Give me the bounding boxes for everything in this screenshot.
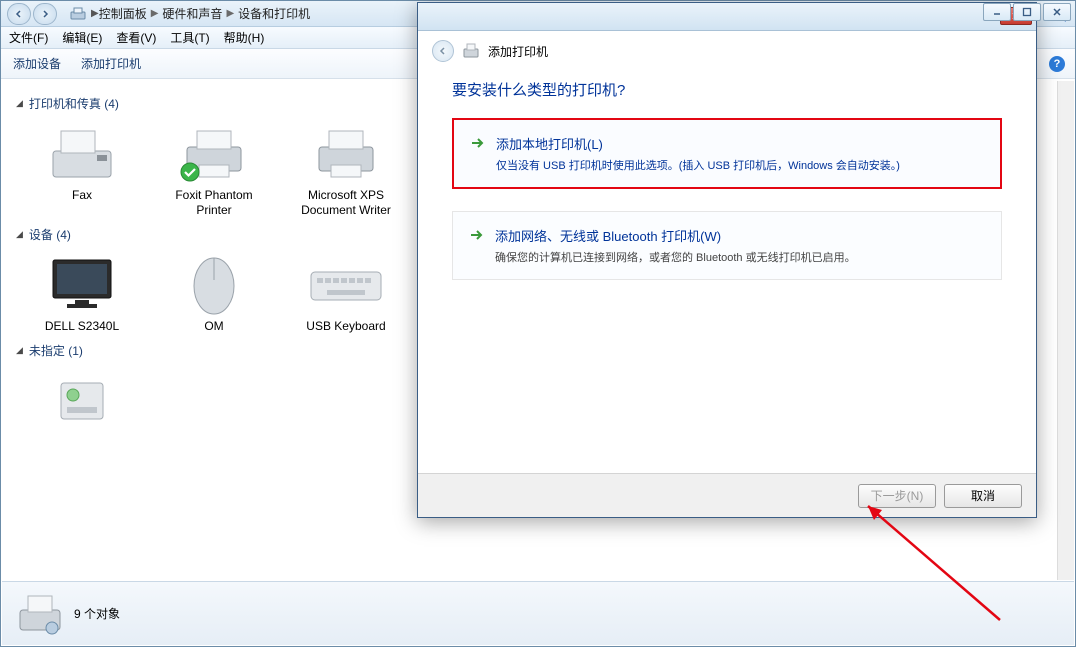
device-label: Foxit Phantom Printer xyxy=(160,188,268,218)
devices-printers-icon xyxy=(16,590,64,638)
dialog-titlebar xyxy=(418,3,1036,31)
device-unspecified[interactable] xyxy=(28,365,136,435)
add-device-button[interactable]: 添加设备 xyxy=(13,55,61,72)
add-printer-button[interactable]: 添加打印机 xyxy=(81,55,141,72)
mouse-icon xyxy=(188,252,240,316)
menu-edit[interactable]: 编辑(E) xyxy=(62,29,102,46)
window-controls xyxy=(983,3,1071,21)
dialog-title-text: 添加打印机 xyxy=(488,43,548,60)
statusbar-text: 9 个对象 xyxy=(74,605,120,622)
section-title: 未指定 (1) xyxy=(29,342,83,359)
nav-back-button[interactable] xyxy=(7,3,31,25)
minimize-button[interactable] xyxy=(983,3,1011,21)
breadcrumb-item[interactable]: 设备和打印机 xyxy=(238,5,310,22)
section-title: 设备 (4) xyxy=(29,226,71,243)
device-foxit-printer[interactable]: Foxit Phantom Printer xyxy=(160,118,268,218)
dialog-back-button[interactable] xyxy=(432,40,454,62)
check-badge-icon xyxy=(180,162,200,182)
device-keyboard[interactable]: USB Keyboard xyxy=(292,249,400,334)
dialog-footer: 下一步(N) 取消 xyxy=(418,473,1036,517)
menu-help[interactable]: 帮助(H) xyxy=(224,29,265,46)
breadcrumb-item[interactable]: 硬件和声音 xyxy=(162,5,222,22)
statusbar: 9 个对象 xyxy=(2,581,1074,645)
nav-forward-button[interactable] xyxy=(33,3,57,25)
device-fax[interactable]: Fax xyxy=(28,118,136,218)
cancel-button[interactable]: 取消 xyxy=(944,484,1022,508)
dialog-header: 添加打印机 xyxy=(418,31,1036,71)
device-xps-writer[interactable]: Microsoft XPS Document Writer xyxy=(292,118,400,218)
add-printer-dialog: 添加打印机 要安装什么类型的打印机? 添加本地打印机(L) 仅当没有 USB 打… xyxy=(417,2,1037,518)
option-desc: 仅当没有 USB 打印机时使用此选项。(插入 USB 打印机后，Windows … xyxy=(496,157,900,173)
device-mouse[interactable]: OM xyxy=(160,249,268,334)
help-icon[interactable]: ? xyxy=(1049,56,1065,72)
close-button[interactable] xyxy=(1043,3,1071,21)
device-label: USB Keyboard xyxy=(306,319,385,334)
disc-drive-icon xyxy=(55,373,109,427)
menu-view[interactable]: 查看(V) xyxy=(116,29,156,46)
device-label: OM xyxy=(204,319,223,334)
dialog-heading: 要安装什么类型的打印机? xyxy=(452,79,1002,100)
section-title: 打印机和传真 (4) xyxy=(29,95,119,112)
keyboard-icon xyxy=(309,264,383,304)
arrow-right-icon xyxy=(469,228,483,242)
breadcrumb-item[interactable]: 控制面板 xyxy=(99,5,147,22)
device-label: Fax xyxy=(72,188,92,203)
device-label: Microsoft XPS Document Writer xyxy=(292,188,400,218)
option-network-printer[interactable]: 添加网络、无线或 Bluetooth 打印机(W) 确保您的计算机已连接到网络，… xyxy=(452,211,1002,280)
device-monitor[interactable]: DELL S2340L xyxy=(28,249,136,334)
next-button[interactable]: 下一步(N) xyxy=(858,484,936,508)
printer-icon xyxy=(313,125,379,181)
option-local-printer[interactable]: 添加本地打印机(L) 仅当没有 USB 打印机时使用此选项。(插入 USB 打印… xyxy=(452,118,1002,189)
option-title: 添加网络、无线或 Bluetooth 打印机(W) xyxy=(495,226,856,245)
printer-icon xyxy=(462,42,480,60)
scrollbar[interactable] xyxy=(1057,81,1074,580)
menu-tools[interactable]: 工具(T) xyxy=(170,29,209,46)
option-title: 添加本地打印机(L) xyxy=(496,134,900,153)
device-label: DELL S2340L xyxy=(45,319,119,334)
monitor-icon xyxy=(47,254,117,314)
devices-printers-icon xyxy=(69,6,87,22)
fax-icon xyxy=(49,125,115,181)
maximize-button[interactable] xyxy=(1013,3,1041,21)
arrow-right-icon xyxy=(470,136,484,150)
option-desc: 确保您的计算机已连接到网络，或者您的 Bluetooth 或无线打印机已启用。 xyxy=(495,249,856,265)
menu-file[interactable]: 文件(F) xyxy=(9,29,48,46)
